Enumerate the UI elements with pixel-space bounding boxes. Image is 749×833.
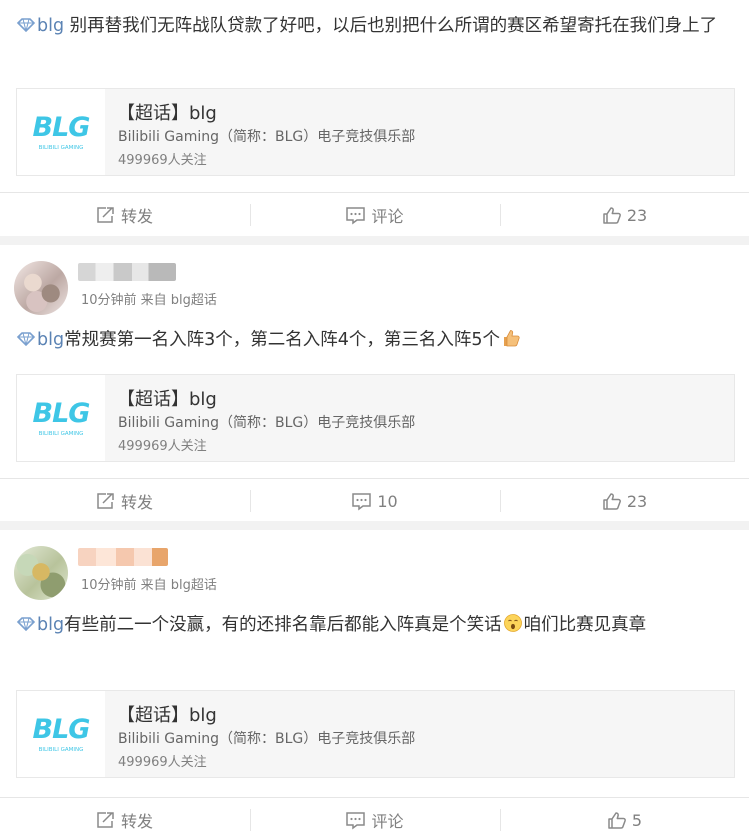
post-body: 别再替我们无阵战队贷款了好吧，以后也别把什么所谓的赛区希望寄托在我们身上了 — [64, 16, 718, 36]
post-actions: 转发 评论 23 — [0, 192, 749, 236]
card-title: 【超话】blg — [117, 705, 217, 726]
repost-button[interactable]: 转发 — [0, 193, 249, 237]
comment-count: 10 — [377, 491, 398, 511]
supertopic-gem-icon — [16, 332, 36, 346]
post-text: blg 别再替我们无阵战队贷款了好吧，以后也别把什么所谓的赛区希望寄托在我们身上… — [16, 11, 734, 42]
supertopic-gem-icon — [16, 18, 36, 32]
card-description: Bilibili Gaming（简称：BLG）电子竞技俱乐部 — [118, 731, 416, 747]
repost-button[interactable]: 转发 — [0, 798, 249, 833]
comment-label: 评论 — [371, 812, 404, 831]
supertopic-card[interactable]: BLG BILIBILI GAMING 【超话】blg Bilibili Gam… — [16, 374, 735, 462]
post-meta: 10分钟前 来自 blg超话 — [81, 578, 217, 593]
repost-button[interactable]: 转发 — [0, 479, 249, 523]
comment-label: 评论 — [371, 207, 404, 226]
supertopic-card[interactable]: BLG BILIBILI GAMING 【超话】blg Bilibili Gam… — [16, 88, 735, 176]
repost-label: 转发 — [120, 812, 153, 831]
logo-main-text: BLG — [33, 112, 90, 143]
username-blurred[interactable] — [78, 263, 176, 281]
blg-logo: BLG BILIBILI GAMING — [17, 89, 105, 175]
comment-button[interactable]: 评论 — [250, 798, 499, 833]
post-body: 有些前二一个没赢，有的还排名靠后都能入阵真是个笑话 — [64, 615, 502, 635]
feed-post: 10分钟前 来自 blg超话 blg有些前二一个没赢，有的还排名靠后都能入阵真是… — [0, 530, 749, 833]
comment-icon — [346, 206, 366, 224]
post-body-end: 咱们比赛见真章 — [523, 615, 647, 635]
like-count: 23 — [626, 205, 648, 225]
card-followers: 499969人关注 — [118, 153, 207, 168]
like-button[interactable]: 5 — [500, 798, 749, 833]
blg-logo: BLG BILIBILI GAMING — [17, 691, 105, 777]
supertopic-link[interactable]: blg — [37, 16, 64, 36]
card-title: 【超话】blg — [117, 103, 217, 124]
post-body: 常规赛第一名入阵3个，第二名入阵4个，第三名入阵5个 — [64, 330, 500, 350]
card-description: Bilibili Gaming（简称：BLG）电子竞技俱乐部 — [118, 129, 416, 145]
comment-button[interactable]: 评论 — [250, 193, 499, 237]
logo-main-text: BLG — [33, 398, 90, 429]
logo-sub-text: BILIBILI GAMING — [39, 747, 84, 753]
like-count: 23 — [626, 491, 648, 511]
like-icon — [603, 206, 621, 224]
comment-button[interactable]: 10 — [250, 479, 499, 523]
card-followers: 499969人关注 — [118, 755, 207, 770]
post-text: blg常规赛第一名入阵3个，第二名入阵4个，第三名入阵5个 — [16, 325, 734, 356]
surprised-emoji — [503, 614, 522, 632]
comment-icon — [346, 811, 366, 829]
repost-label: 转发 — [120, 493, 153, 512]
feed-post: 10分钟前 来自 blg超话 blg常规赛第一名入阵3个，第二名入阵4个，第三名… — [0, 245, 749, 521]
thumbs-up-emoji — [504, 330, 520, 347]
repost-icon — [97, 812, 114, 828]
repost-label: 转发 — [120, 207, 153, 226]
supertopic-link[interactable]: blg — [37, 615, 64, 635]
comment-icon — [352, 492, 372, 510]
card-followers: 499969人关注 — [118, 439, 207, 454]
supertopic-card[interactable]: BLG BILIBILI GAMING 【超话】blg Bilibili Gam… — [16, 690, 735, 778]
like-count: 5 — [631, 810, 643, 830]
like-button[interactable]: 23 — [500, 479, 749, 523]
post-actions: 转发 10 23 — [0, 478, 749, 522]
username-blurred[interactable] — [78, 548, 168, 566]
avatar[interactable] — [14, 261, 68, 315]
feed-post: blg 别再替我们无阵战队贷款了好吧，以后也别把什么所谓的赛区希望寄托在我们身上… — [0, 0, 749, 236]
like-icon — [603, 492, 621, 510]
card-description: Bilibili Gaming（简称：BLG）电子竞技俱乐部 — [118, 415, 416, 431]
card-title: 【超话】blg — [117, 389, 217, 410]
logo-main-text: BLG — [33, 714, 90, 745]
logo-sub-text: BILIBILI GAMING — [39, 431, 84, 437]
supertopic-gem-icon — [16, 617, 36, 631]
blg-logo: BLG BILIBILI GAMING — [17, 375, 105, 461]
avatar[interactable] — [14, 546, 68, 600]
repost-icon — [97, 493, 114, 509]
post-actions: 转发 评论 5 — [0, 797, 749, 833]
post-meta: 10分钟前 来自 blg超话 — [81, 293, 217, 308]
repost-icon — [97, 207, 114, 223]
supertopic-link[interactable]: blg — [37, 330, 64, 350]
logo-sub-text: BILIBILI GAMING — [39, 145, 84, 151]
like-button[interactable]: 23 — [500, 193, 749, 237]
like-icon — [608, 811, 626, 829]
post-text: blg有些前二一个没赢，有的还排名靠后都能入阵真是个笑话 咱们比赛见真章 — [16, 610, 734, 641]
